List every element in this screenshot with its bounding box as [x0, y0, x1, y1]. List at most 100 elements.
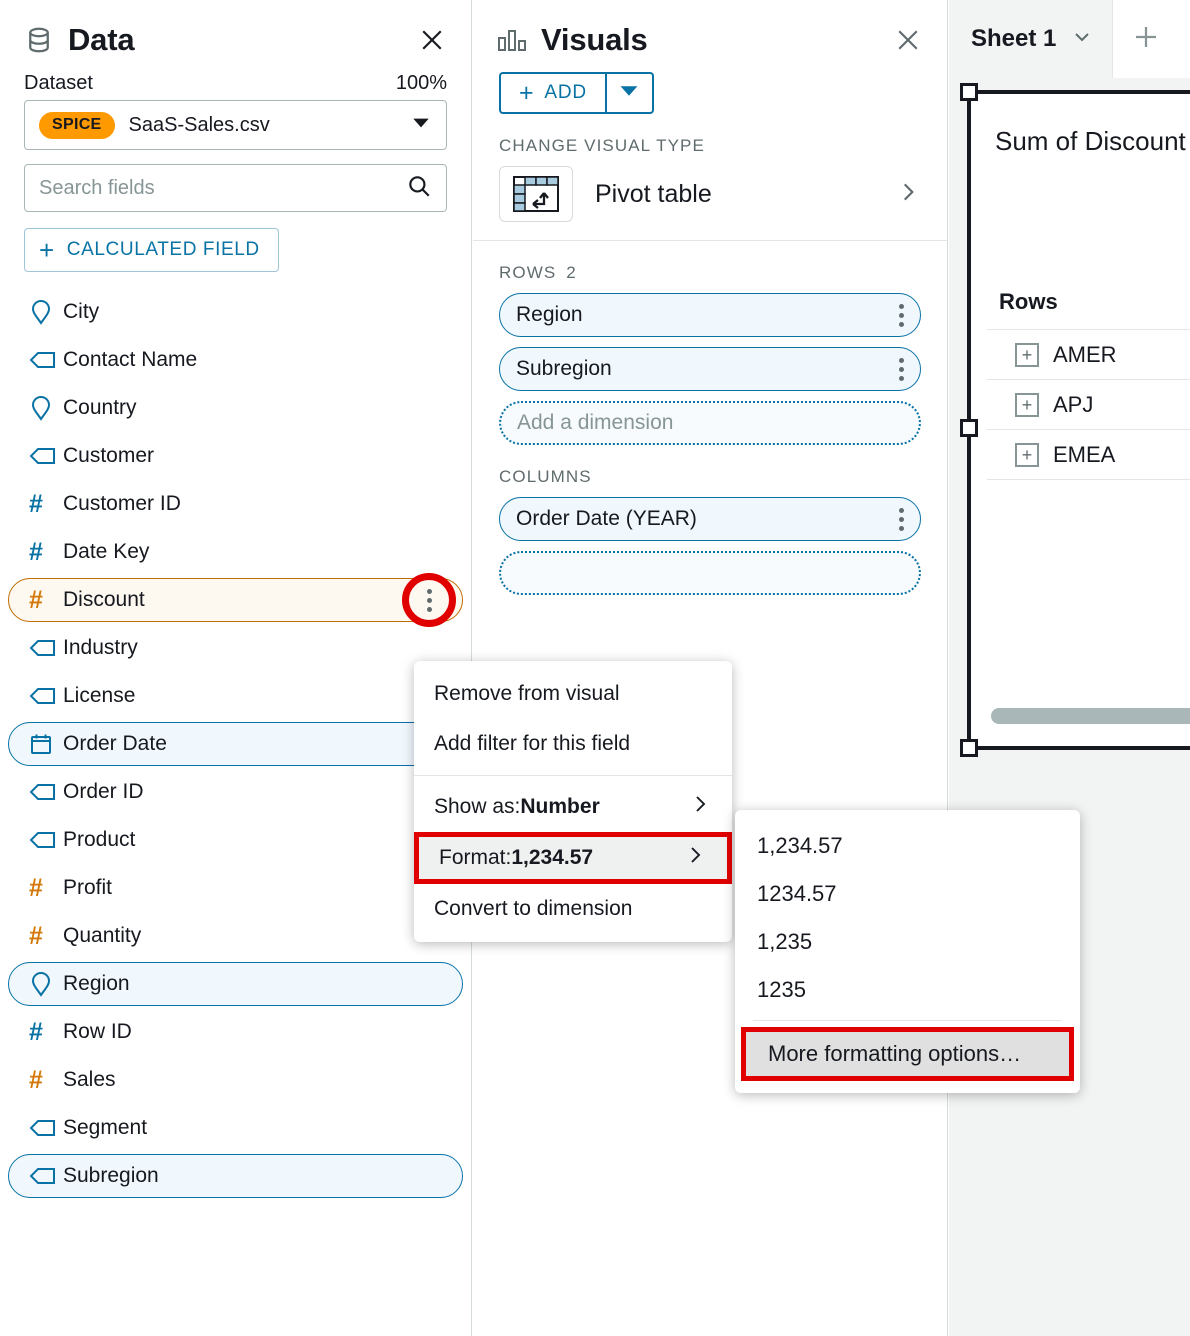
- pill-label: Subregion: [516, 357, 612, 380]
- plus-icon: +: [519, 78, 535, 107]
- rows-field-well: Region Subregion: [473, 293, 947, 391]
- field-row-sales[interactable]: # Sales: [8, 1058, 463, 1102]
- submenu-item-format-option-0[interactable]: 1,234.57: [735, 822, 1080, 870]
- rows-pill-region[interactable]: Region: [499, 293, 921, 337]
- menu-item-show-as[interactable]: Show as: Number: [414, 782, 732, 832]
- submenu-item-format-option-2[interactable]: 1,235: [735, 918, 1080, 966]
- menu-item-add-filter[interactable]: Add filter for this field: [414, 719, 732, 769]
- field-row-discount[interactable]: # Discount: [8, 573, 463, 627]
- spice-badge: SPICE: [39, 111, 115, 139]
- field-row-product[interactable]: Product: [8, 818, 463, 862]
- data-panel-header: Data: [0, 0, 471, 58]
- dataset-row: Dataset 100%: [0, 58, 471, 100]
- rows-pill-subregion[interactable]: Subregion: [499, 347, 921, 391]
- dataset-name: SaaS-Sales.csv: [128, 113, 270, 136]
- canvas-panel: Sheet 1 Sum of Discount Rows + AMER + AP…: [949, 0, 1190, 1336]
- pill-label: Order Date (YEAR): [516, 507, 697, 530]
- pivot-row[interactable]: + AMER: [987, 330, 1190, 380]
- caret-down-icon: [617, 79, 641, 108]
- resize-handle-bottom-left[interactable]: [960, 739, 978, 757]
- columns-field-well: Order Date (YEAR): [473, 497, 947, 541]
- string-tag-icon: [29, 1118, 59, 1138]
- plus-square-icon[interactable]: +: [1015, 342, 1039, 367]
- add-visual-label: ADD: [544, 82, 587, 103]
- field-row-order-date[interactable]: Order Date: [8, 722, 463, 766]
- menu-item-remove-from-visual[interactable]: Remove from visual: [414, 669, 732, 719]
- plus-square-icon[interactable]: +: [1015, 442, 1039, 467]
- field-row-region[interactable]: Region: [8, 962, 463, 1006]
- columns-pill-order-date-year[interactable]: Order Date (YEAR): [499, 497, 921, 541]
- add-calculated-field-button[interactable]: + CALCULATED FIELD: [24, 228, 279, 272]
- app-root: Data Dataset 100% SPICE SaaS-Sales.csv S…: [0, 0, 1190, 1336]
- field-row-customer[interactable]: Customer: [8, 434, 463, 478]
- search-field-container[interactable]: [24, 164, 447, 212]
- field-name: City: [63, 300, 100, 323]
- search-icon[interactable]: [406, 173, 432, 204]
- hash-icon: #: [29, 537, 43, 566]
- chevron-right-icon: [895, 179, 921, 210]
- field-name: Order Date: [63, 732, 167, 755]
- field-name: Customer ID: [63, 492, 181, 515]
- field-row-industry[interactable]: Industry: [8, 626, 463, 670]
- add-visual-button[interactable]: + ADD: [499, 72, 606, 114]
- rows-label: ROWS: [499, 263, 557, 282]
- field-row-subregion[interactable]: Subregion: [8, 1154, 463, 1198]
- sheet-tab-sheet-1[interactable]: Sheet 1: [949, 0, 1114, 78]
- geo-pin-icon: [29, 971, 59, 997]
- field-row-profit[interactable]: # Profit: [8, 866, 463, 910]
- resize-handle-middle-left[interactable]: [960, 419, 978, 437]
- field-row-city[interactable]: City: [8, 290, 463, 334]
- field-row-order-id[interactable]: Order ID: [8, 770, 463, 814]
- search-input[interactable]: [39, 176, 406, 200]
- plus-icon: [1131, 22, 1161, 57]
- format-value: 1,234.57: [511, 846, 594, 869]
- field-row-country[interactable]: Country: [8, 386, 463, 430]
- menu-item-format[interactable]: Format: 1,234.57: [414, 832, 732, 884]
- close-icon[interactable]: [417, 25, 447, 55]
- add-sheet-button[interactable]: [1113, 0, 1180, 78]
- horizontal-scrollbar[interactable]: [991, 708, 1190, 724]
- plus-square-icon[interactable]: +: [1015, 392, 1039, 417]
- field-name: Row ID: [63, 1020, 132, 1043]
- field-name: Discount: [63, 588, 145, 611]
- change-visual-type-button[interactable]: Pivot table: [499, 166, 921, 222]
- submenu-item-format-option-3[interactable]: 1235: [735, 966, 1080, 1014]
- three-dots-icon[interactable]: [899, 303, 904, 327]
- pivot-row[interactable]: + APJ: [987, 380, 1190, 430]
- dataset-select[interactable]: SPICE SaaS-Sales.csv: [24, 100, 447, 150]
- visuals-panel-title: Visuals: [541, 22, 648, 57]
- columns-add-dimension-dropzone[interactable]: [499, 551, 921, 595]
- field-options-menu-button[interactable]: [402, 573, 456, 627]
- dataset-label: Dataset: [24, 72, 93, 94]
- sheet-tab-bar: Sheet 1: [949, 0, 1190, 78]
- chevron-right-icon: [683, 843, 707, 873]
- rows-add-dimension-dropzone[interactable]: Add a dimension: [499, 401, 921, 445]
- three-dots-icon[interactable]: [899, 357, 904, 381]
- hash-icon: #: [29, 585, 43, 614]
- field-row-license[interactable]: License: [8, 674, 463, 718]
- field-row-quantity[interactable]: # Quantity: [8, 914, 463, 958]
- visual-title: Sum of Discount: [995, 126, 1186, 156]
- rows-placeholder: Add a dimension: [517, 411, 674, 434]
- submenu-item-more-formatting-options[interactable]: More formatting options…: [741, 1027, 1074, 1081]
- hash-icon: #: [29, 1017, 43, 1046]
- field-row-contact-name[interactable]: Contact Name: [8, 338, 463, 382]
- menu-item-convert-to-dimension[interactable]: Convert to dimension: [414, 884, 732, 934]
- plus-icon: +: [39, 235, 55, 265]
- chevron-down-icon[interactable]: [1070, 25, 1094, 54]
- field-row-row-id[interactable]: # Row ID: [8, 1010, 463, 1054]
- add-visual-dropdown-toggle[interactable]: [605, 72, 654, 114]
- submenu-item-format-option-1[interactable]: 1234.57: [735, 870, 1080, 918]
- field-name: Quantity: [63, 924, 142, 947]
- resize-handle-top-left[interactable]: [960, 83, 978, 101]
- string-tag-icon: [29, 830, 59, 850]
- pivot-table-visual[interactable]: Sum of Discount Rows + AMER + APJ + EMEA: [960, 83, 1190, 757]
- field-name: Customer: [63, 444, 155, 467]
- close-icon[interactable]: [893, 25, 923, 55]
- field-row-customer-id[interactable]: # Customer ID: [8, 482, 463, 526]
- three-dots-icon[interactable]: [899, 507, 904, 531]
- geo-pin-icon: [29, 395, 59, 421]
- field-row-date-key[interactable]: # Date Key: [8, 530, 463, 574]
- pivot-row[interactable]: + EMEA: [987, 430, 1190, 480]
- field-row-segment[interactable]: Segment: [8, 1106, 463, 1150]
